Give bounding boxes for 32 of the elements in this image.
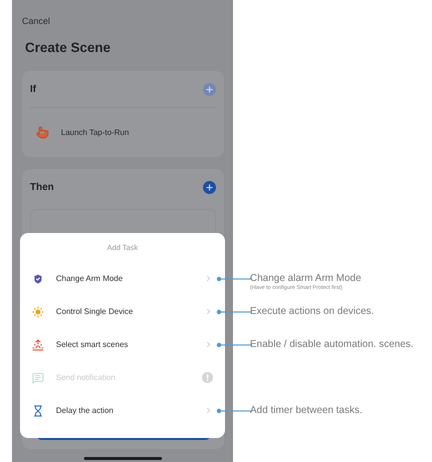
card-title: If xyxy=(30,84,36,94)
leader-line xyxy=(216,276,252,282)
sunrise-icon xyxy=(32,338,44,350)
tap-hand-icon xyxy=(36,126,49,138)
leader-line xyxy=(216,342,252,348)
add-button[interactable] xyxy=(203,82,216,96)
task-option[interactable]: Select smart scenes xyxy=(56,340,204,349)
task-option[interactable]: Control Single Device xyxy=(56,307,204,316)
annotation-text: Change alarm Arm Mode xyxy=(250,272,362,284)
task-option[interactable]: Change Arm Mode xyxy=(56,274,204,283)
chevron-icon[interactable] xyxy=(204,340,213,349)
chevron-icon[interactable] xyxy=(204,307,213,316)
chevron-icon[interactable] xyxy=(204,406,213,415)
condition-label[interactable]: Launch Tap-to-Run xyxy=(61,128,129,136)
leader-line xyxy=(216,408,252,414)
hourglass-icon xyxy=(32,404,44,416)
screen-title: Create Scene xyxy=(25,40,112,55)
message-icon xyxy=(32,372,44,384)
info-icon xyxy=(202,372,213,383)
plus-icon xyxy=(205,182,214,192)
chevron-icon[interactable] xyxy=(204,274,213,283)
shield-icon xyxy=(32,272,44,284)
leader-line xyxy=(216,308,252,314)
card-title: Then xyxy=(30,182,54,192)
annotation-text: Enable / disable automation. scenes. xyxy=(250,338,414,350)
plus-icon xyxy=(205,84,214,94)
sun-icon xyxy=(32,306,44,318)
add-button[interactable] xyxy=(203,180,216,194)
annotation-text: Add timer between tasks. xyxy=(250,404,364,416)
annotation-text: Execute actions on devices. xyxy=(250,304,375,318)
task-option[interactable]: Delay the action xyxy=(56,406,204,415)
cancel-link[interactable]: Cancel xyxy=(22,16,50,26)
